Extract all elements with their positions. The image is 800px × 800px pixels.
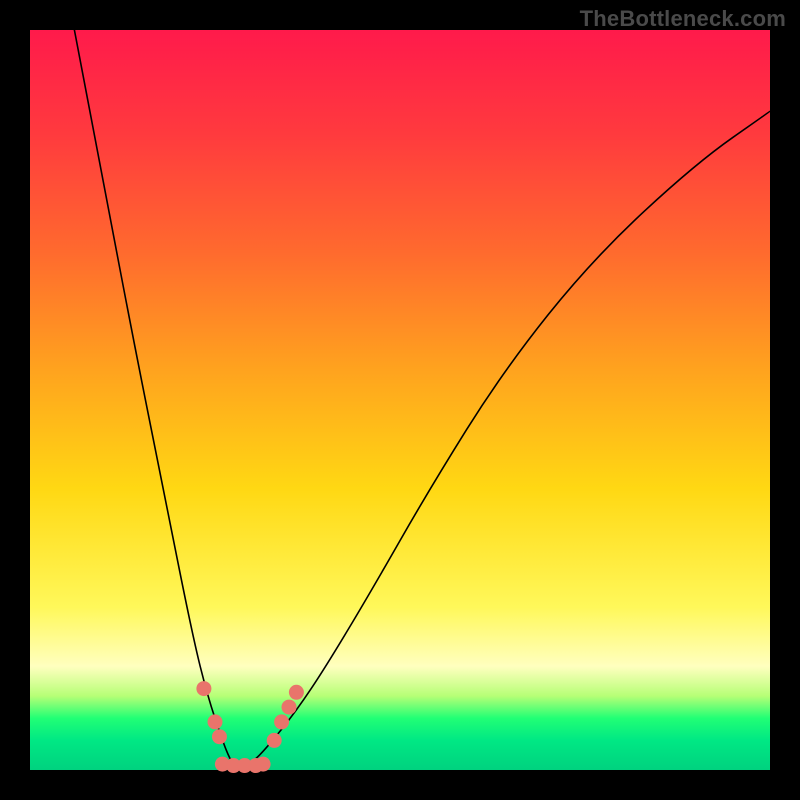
left-curve	[74, 30, 237, 770]
chart-frame: TheBottleneck.com	[0, 0, 800, 800]
data-marker	[267, 733, 282, 748]
data-marker	[282, 700, 297, 715]
curve-layer	[30, 30, 770, 770]
data-marker	[212, 729, 227, 744]
data-marker	[289, 685, 304, 700]
data-marker	[274, 714, 289, 729]
right-curve	[237, 111, 770, 770]
watermark-text: TheBottleneck.com	[580, 6, 786, 32]
marker-group	[196, 681, 304, 773]
data-marker	[208, 714, 223, 729]
data-marker	[196, 681, 211, 696]
plot-area	[30, 30, 770, 770]
data-marker	[256, 757, 271, 772]
